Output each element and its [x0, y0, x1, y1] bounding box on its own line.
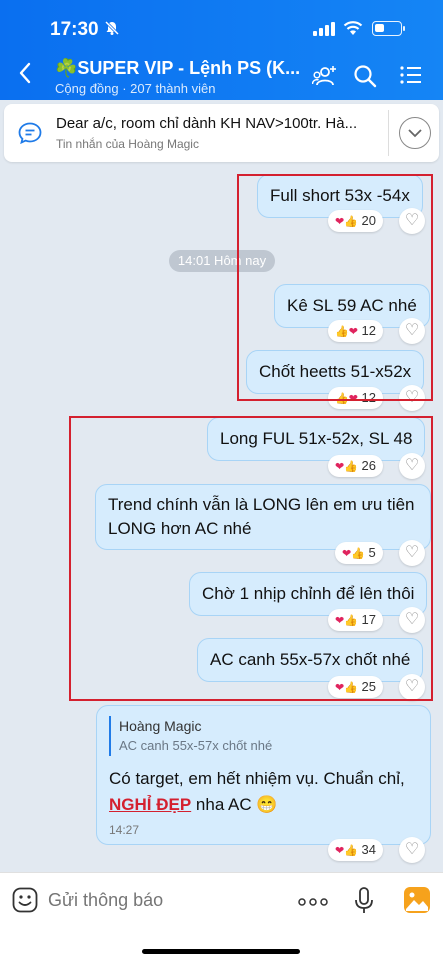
quoted-text: AC canh 55x-57x chốt nhé [119, 738, 273, 753]
react-heart-icon[interactable]: ♡ [399, 837, 425, 863]
back-icon[interactable] [18, 62, 32, 88]
group-title-block[interactable]: ☘️SUPER VIP - Lệnh PS (K... Cộng đồng · … [55, 58, 300, 96]
more-options-icon[interactable] [298, 889, 328, 909]
composer-bar [0, 872, 443, 960]
battery-icon [372, 21, 405, 36]
status-bar: 17:30 [0, 0, 443, 52]
bell-off-icon [104, 20, 120, 40]
reply-text-tail: nha AC 😁 [191, 795, 278, 814]
group-title: ☘️SUPER VIP - Lệnh PS (K... [55, 58, 300, 78]
group-members-icon[interactable] [312, 64, 338, 88]
divider [388, 110, 389, 156]
microphone-icon[interactable] [354, 887, 374, 915]
highlight-box [69, 416, 433, 701]
expand-chevron-icon[interactable] [399, 117, 431, 149]
message-input[interactable] [48, 885, 278, 915]
signal-icon [313, 22, 337, 36]
quoted-message[interactable]: Hoàng Magic AC canh 55x-57x chốt nhé [109, 716, 272, 756]
pinned-text: Dear a/c, room chỉ dành KH NAV>100tr. Hà… [56, 115, 358, 132]
reaction-count: 34 [361, 842, 377, 857]
reply-text-main: Có target, em hết nhiệm vụ. Chuẩn chỉ, [109, 769, 405, 788]
menu-list-icon[interactable] [400, 64, 422, 86]
wifi-icon [343, 21, 363, 35]
status-time: 17:30 [50, 19, 99, 40]
quoted-sender: Hoàng Magic [119, 718, 202, 734]
app-header: 17:30 ☘️SUPER VIP - Lệnh PS (K... Cộng đ… [0, 0, 443, 100]
search-icon[interactable] [353, 64, 377, 88]
group-subtitle: Cộng đồng · 207 thành viên [55, 81, 216, 96]
emoji-sticker-icon[interactable] [12, 887, 38, 913]
reply-highlight: NGHỈ ĐẸP [109, 795, 192, 814]
reply-message-bubble[interactable]: Hoàng Magic AC canh 55x-57x chốt nhé Có … [96, 705, 431, 845]
highlight-box [237, 174, 433, 401]
pinned-sender: Tin nhắn của Hoàng Magic [56, 137, 199, 151]
home-indicator [142, 949, 300, 954]
reaction-summary[interactable]: ❤👍 34 [328, 839, 384, 861]
pinned-message[interactable]: Dear a/c, room chỉ dành KH NAV>100tr. Hà… [4, 104, 439, 162]
message-time: 14:27 [109, 823, 140, 837]
image-gallery-icon[interactable] [404, 887, 430, 913]
chat-bubble-icon [18, 122, 42, 144]
reply-text: Có target, em hết nhiệm vụ. Chuẩn chỉ, N… [109, 766, 424, 818]
